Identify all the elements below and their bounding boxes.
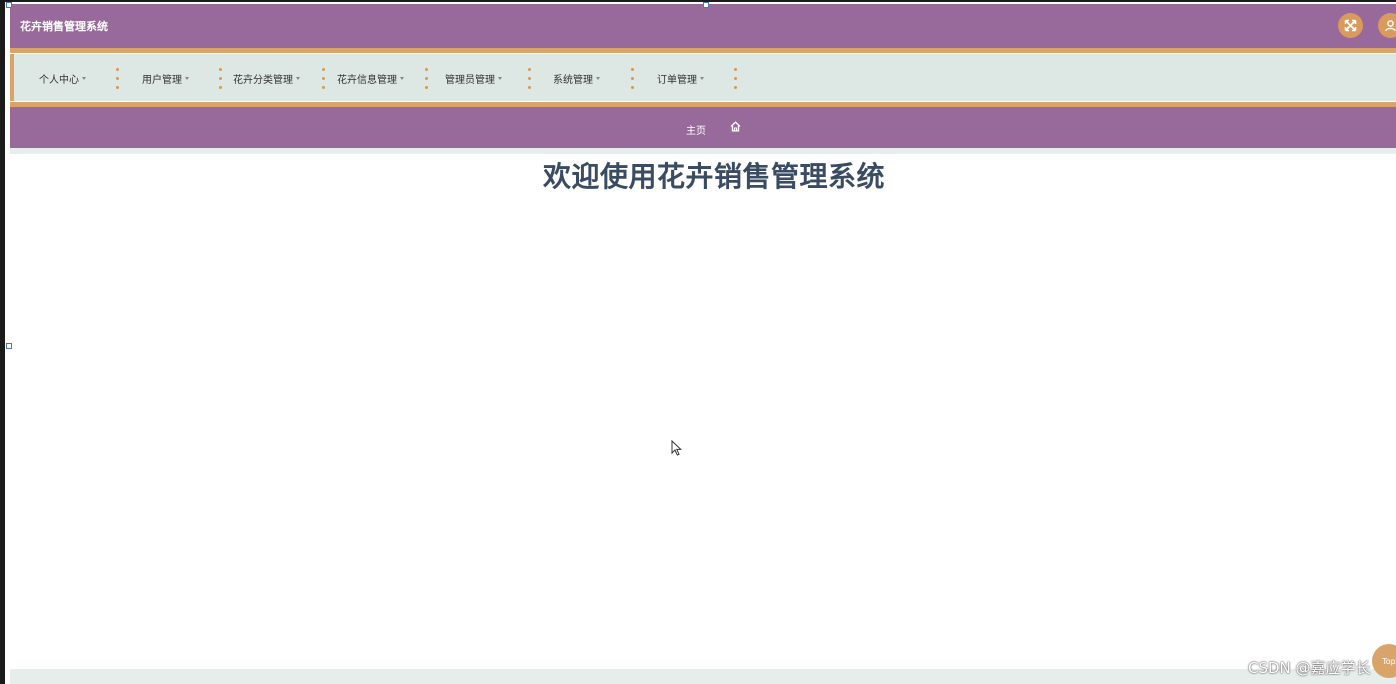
home-icon[interactable] — [730, 121, 741, 132]
fullscreen-button[interactable] — [1338, 13, 1363, 38]
nav-separator — [528, 68, 531, 89]
caret-down-icon — [498, 77, 502, 80]
nav-item-label: 订单管理 — [657, 75, 697, 86]
footer-bar — [10, 669, 1396, 684]
nav-item-personal-center[interactable]: 个人中心 — [39, 71, 86, 86]
user-icon — [1385, 20, 1396, 32]
nav-item-label: 用户管理 — [142, 75, 182, 86]
nav-item-label: 花卉分类管理 — [233, 75, 293, 86]
nav-item-flower-info[interactable]: 花卉信息管理 — [337, 71, 404, 86]
nav-item-label: 管理员管理 — [445, 75, 495, 86]
nav-item-label: 个人中心 — [39, 75, 79, 86]
nav-separator — [219, 68, 222, 89]
nav-separator — [116, 68, 119, 89]
nav-item-order-management[interactable]: 订单管理 — [657, 71, 704, 86]
user-menu-button[interactable] — [1378, 13, 1396, 38]
nav-item-admin-management[interactable]: 管理员管理 — [445, 71, 502, 86]
nav-item-label: 花卉信息管理 — [337, 75, 397, 86]
caret-down-icon — [700, 77, 704, 80]
app-window: 花卉销售管理系统 个人中心 用户管理 花卉分类管理 花卉信息管理 管理员管理 系… — [0, 0, 1396, 684]
selection-handle — [703, 2, 709, 8]
nav-separator — [734, 68, 737, 89]
nav-separator — [322, 68, 325, 89]
nav-separator — [425, 68, 428, 89]
caret-down-icon — [82, 77, 86, 80]
main-nav: 个人中心 用户管理 花卉分类管理 花卉信息管理 管理员管理 系统管理 订单管理 — [10, 54, 1396, 101]
app-title: 花卉销售管理系统 — [20, 20, 108, 33]
nav-item-flower-category[interactable]: 花卉分类管理 — [233, 71, 300, 86]
back-to-top-label: Top — [1382, 656, 1396, 666]
nav-separator — [631, 68, 634, 89]
caret-down-icon — [400, 77, 404, 80]
caret-down-icon — [296, 77, 300, 80]
nav-item-user-management[interactable]: 用户管理 — [142, 71, 189, 86]
mouse-cursor-icon — [671, 440, 682, 456]
selection-handle — [6, 343, 12, 349]
breadcrumb: 主页 — [10, 107, 1396, 148]
caret-down-icon — [185, 77, 189, 80]
nav-item-system-management[interactable]: 系统管理 — [553, 71, 600, 86]
watermark: CSDN @嘉应学长 — [1248, 659, 1371, 677]
content-top-divider — [10, 148, 1396, 154]
nav-item-label: 系统管理 — [553, 75, 593, 86]
top-header: 花卉销售管理系统 — [10, 4, 1396, 48]
breadcrumb-home-link[interactable]: 主页 — [686, 122, 706, 137]
caret-down-icon — [596, 77, 600, 80]
page-title: 欢迎使用花卉销售管理系统 — [542, 160, 885, 193]
expand-arrows-icon — [1344, 19, 1357, 32]
selection-handle — [6, 2, 12, 8]
